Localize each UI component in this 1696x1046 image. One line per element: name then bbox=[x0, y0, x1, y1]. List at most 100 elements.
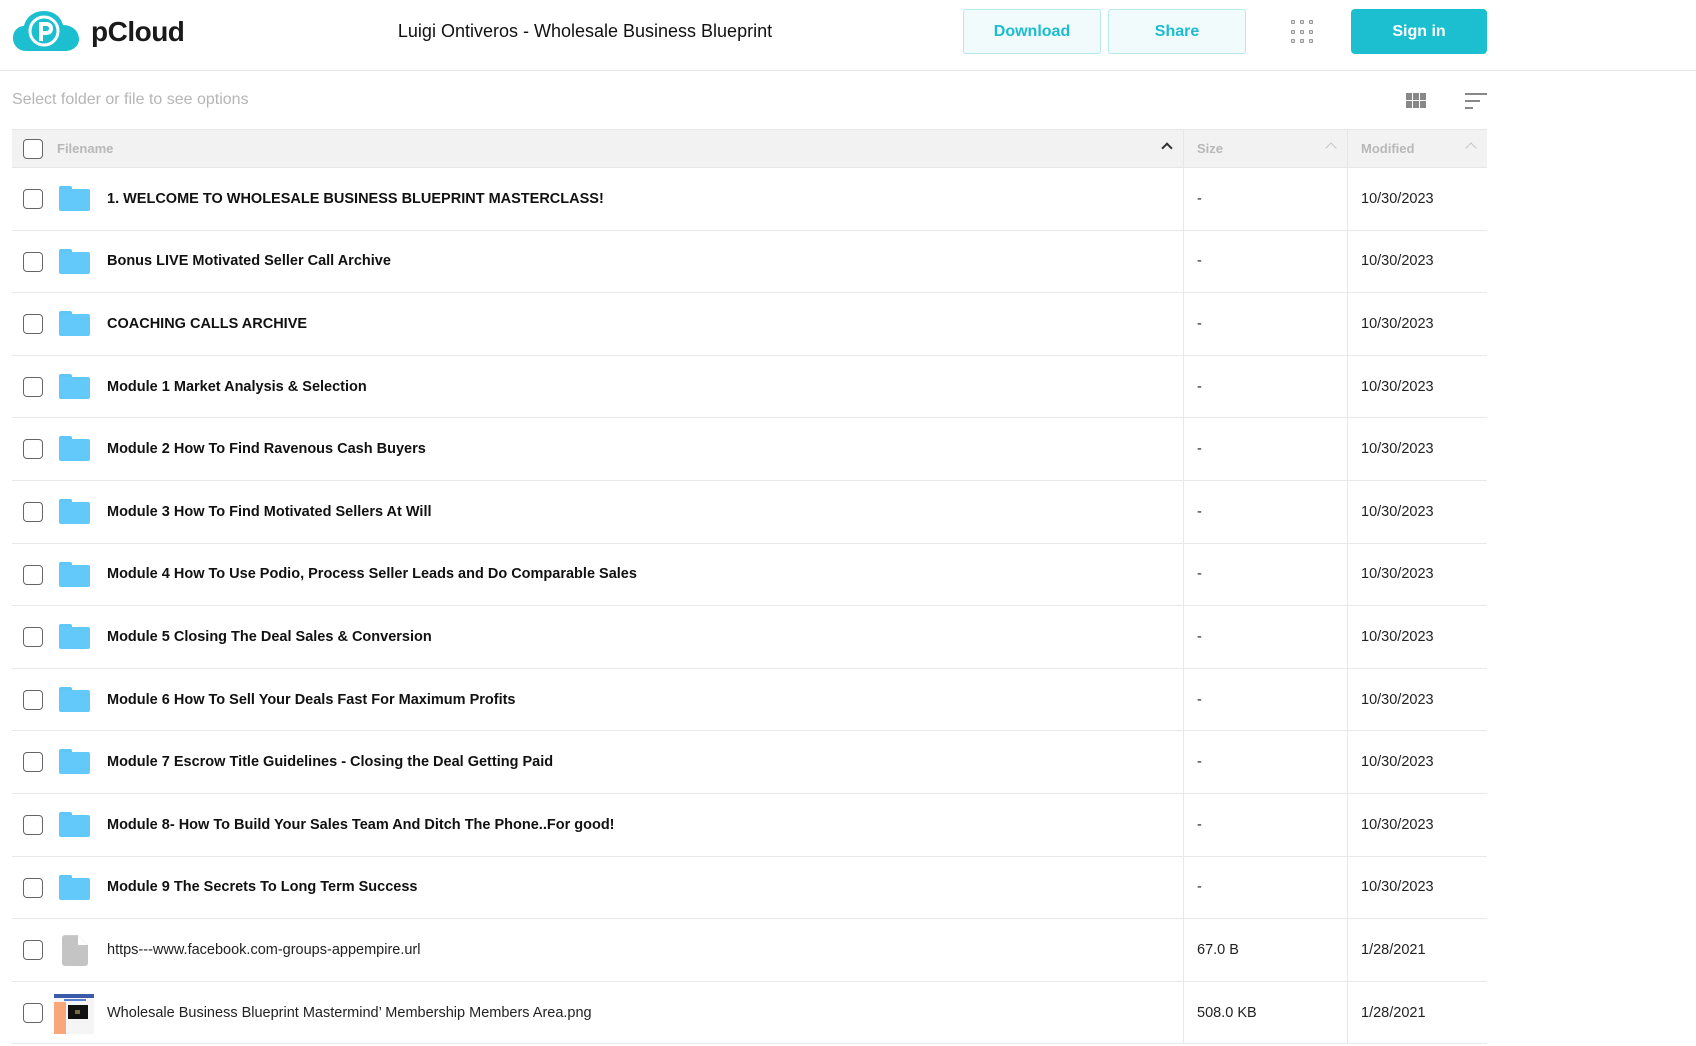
share-button[interactable]: Share bbox=[1108, 9, 1246, 54]
modified-cell: 10/30/2023 bbox=[1361, 879, 1434, 896]
modified-cell: 1/28/2021 bbox=[1361, 941, 1426, 958]
filename-cell[interactable]: Wholesale Business Blueprint Mastermind’… bbox=[12, 981, 1184, 1044]
folder-icon bbox=[59, 311, 90, 337]
folder-name[interactable]: Module 4 How To Use Podio, Process Selle… bbox=[107, 566, 637, 582]
sort-ascending-icon[interactable] bbox=[1161, 142, 1173, 154]
size-cell: - bbox=[1184, 293, 1348, 355]
modified-cell: 10/30/2023 bbox=[1361, 378, 1434, 395]
modified-cell: 10/30/2023 bbox=[1361, 190, 1434, 207]
folder-icon bbox=[59, 749, 90, 775]
folder-icon bbox=[59, 373, 90, 399]
size-cell: - bbox=[1184, 793, 1348, 856]
size-cell: - bbox=[1184, 543, 1348, 606]
size-cell: - bbox=[1184, 355, 1348, 418]
modified-cell: 10/30/2023 bbox=[1361, 566, 1434, 583]
column-header-modified[interactable]: Modified bbox=[1348, 130, 1487, 167]
modified-cell: 10/30/2023 bbox=[1361, 441, 1434, 458]
filename-cell[interactable]: Module 8- How To Build Your Sales Team A… bbox=[12, 793, 1184, 856]
table-row[interactable]: 1. WELCOME TO WHOLESALE BUSINESS BLUEPRI… bbox=[12, 168, 1487, 231]
table-row[interactable]: Module 4 How To Use Podio, Process Selle… bbox=[12, 543, 1487, 607]
folder-icon bbox=[59, 874, 90, 900]
table-row[interactable]: Module 6 How To Sell Your Deals Fast For… bbox=[12, 668, 1487, 732]
column-label-modified: Modified bbox=[1361, 141, 1415, 156]
modified-cell: 10/30/2023 bbox=[1361, 816, 1434, 833]
modified-cell: 1/28/2021 bbox=[1361, 1004, 1426, 1021]
table-row[interactable]: Wholesale Business Blueprint Mastermind’… bbox=[12, 981, 1487, 1045]
size-cell: 508.0 KB bbox=[1184, 981, 1348, 1044]
file-name[interactable]: Wholesale Business Blueprint Mastermind’… bbox=[107, 1005, 592, 1021]
grid-view-icon[interactable] bbox=[1406, 93, 1427, 110]
modified-cell: 10/30/2023 bbox=[1361, 315, 1434, 332]
column-header-filename[interactable]: Filename bbox=[12, 130, 1184, 167]
filename-cell[interactable]: Module 9 The Secrets To Long Term Succes… bbox=[12, 856, 1184, 919]
size-cell: - bbox=[1184, 856, 1348, 919]
column-label-size: Size bbox=[1197, 141, 1224, 156]
column-header-size[interactable]: Size bbox=[1184, 130, 1348, 167]
table-row[interactable]: Module 8- How To Build Your Sales Team A… bbox=[12, 793, 1487, 857]
apps-grid-icon[interactable] bbox=[1291, 20, 1315, 44]
download-button[interactable]: Download bbox=[963, 9, 1101, 54]
folder-name[interactable]: Module 6 How To Sell Your Deals Fast For… bbox=[107, 692, 516, 708]
filename-cell[interactable]: Module 2 How To Find Ravenous Cash Buyer… bbox=[12, 418, 1184, 480]
table-body: 1. WELCOME TO WHOLESALE BUSINESS BLUEPRI… bbox=[12, 168, 1487, 1045]
folder-name[interactable]: Bonus LIVE Motivated Seller Call Archive bbox=[107, 253, 391, 269]
sign-in-button[interactable]: Sign in bbox=[1351, 9, 1487, 54]
filename-cell[interactable]: Bonus LIVE Motivated Seller Call Archive bbox=[12, 230, 1184, 293]
file-icon bbox=[62, 935, 88, 967]
table-row[interactable]: Module 1 Market Analysis & Selection -10/… bbox=[12, 355, 1487, 419]
filename-cell[interactable]: Module 1 Market Analysis & Selection bbox=[12, 355, 1184, 418]
sort-caret-icon[interactable] bbox=[1465, 142, 1477, 154]
folder-icon bbox=[59, 624, 90, 650]
filename-cell[interactable]: Module 5 Closing The Deal Sales & Conver… bbox=[12, 606, 1184, 668]
folder-name[interactable]: Module 9 The Secrets To Long Term Succes… bbox=[107, 879, 417, 895]
folder-name[interactable]: Module 8- How To Build Your Sales Team A… bbox=[107, 817, 615, 833]
modified-cell: 10/30/2023 bbox=[1361, 253, 1434, 270]
modified-cell: 10/30/2023 bbox=[1361, 628, 1434, 645]
size-cell: - bbox=[1184, 480, 1348, 543]
filename-cell[interactable]: Module 4 How To Use Podio, Process Selle… bbox=[12, 543, 1184, 606]
size-cell: - bbox=[1184, 418, 1348, 480]
filename-cell[interactable]: Module 3 How To Find Motivated Sellers A… bbox=[12, 480, 1184, 543]
file-name[interactable]: https---www.facebook.com-groups-appempir… bbox=[107, 942, 421, 958]
filename-cell[interactable]: Module 6 How To Sell Your Deals Fast For… bbox=[12, 668, 1184, 731]
folder-name[interactable]: Module 5 Closing The Deal Sales & Conver… bbox=[107, 629, 432, 645]
filename-cell[interactable]: COACHING CALLS ARCHIVE bbox=[12, 293, 1184, 355]
folder-icon bbox=[59, 498, 90, 524]
modified-cell: 10/30/2023 bbox=[1361, 503, 1434, 520]
table-row[interactable]: Module 2 How To Find Ravenous Cash Buyer… bbox=[12, 418, 1487, 481]
table-row[interactable]: Bonus LIVE Motivated Seller Call Archive… bbox=[12, 230, 1487, 294]
folder-name[interactable]: Module 1 Market Analysis & Selection bbox=[107, 379, 367, 395]
filename-cell[interactable]: 1. WELCOME TO WHOLESALE BUSINESS BLUEPRI… bbox=[12, 168, 1184, 230]
top-header: pCloud Luigi Ontiveros - Wholesale Busin… bbox=[0, 0, 1696, 71]
modified-cell: 10/30/2023 bbox=[1361, 691, 1434, 708]
folder-name[interactable]: Module 3 How To Find Motivated Sellers A… bbox=[107, 504, 432, 520]
filename-cell[interactable]: Module 7 Escrow Title Guidelines - Closi… bbox=[12, 731, 1184, 793]
folder-name[interactable]: 1. WELCOME TO WHOLESALE BUSINESS BLUEPRI… bbox=[107, 191, 604, 207]
size-cell: - bbox=[1184, 606, 1348, 668]
size-cell: - bbox=[1184, 668, 1348, 731]
table-row[interactable]: Module 7 Escrow Title Guidelines - Closi… bbox=[12, 731, 1487, 794]
size-cell: 67.0 B bbox=[1184, 919, 1348, 981]
file-table: Filename Size Modified 1. WELCOME TO WHO… bbox=[12, 129, 1487, 1045]
folder-icon bbox=[59, 248, 90, 274]
table-row[interactable]: COACHING CALLS ARCHIVE -10/30/2023 bbox=[12, 293, 1487, 356]
folder-icon bbox=[59, 186, 90, 211]
folder-icon bbox=[59, 561, 90, 587]
table-row[interactable]: Module 5 Closing The Deal Sales & Conver… bbox=[12, 606, 1487, 669]
table-row[interactable]: https---www.facebook.com-groups-appempir… bbox=[12, 919, 1487, 982]
image-thumbnail-icon bbox=[54, 993, 94, 1034]
sort-icon[interactable] bbox=[1465, 93, 1487, 109]
sort-caret-icon[interactable] bbox=[1325, 142, 1337, 154]
table-row[interactable]: Module 9 The Secrets To Long Term Succes… bbox=[12, 856, 1487, 920]
folder-name[interactable]: COACHING CALLS ARCHIVE bbox=[107, 316, 307, 332]
table-row[interactable]: Module 3 How To Find Motivated Sellers A… bbox=[12, 480, 1487, 544]
filename-cell[interactable]: https---www.facebook.com-groups-appempir… bbox=[12, 919, 1184, 981]
folder-icon bbox=[59, 811, 90, 837]
folder-icon bbox=[59, 686, 90, 712]
folder-name[interactable]: Module 2 How To Find Ravenous Cash Buyer… bbox=[107, 441, 426, 457]
selection-hint: Select folder or file to see options bbox=[12, 91, 249, 108]
folder-icon bbox=[59, 436, 90, 462]
folder-name[interactable]: Module 7 Escrow Title Guidelines - Closi… bbox=[107, 754, 553, 770]
size-cell: - bbox=[1184, 731, 1348, 793]
table-header: Filename Size Modified bbox=[12, 129, 1487, 168]
